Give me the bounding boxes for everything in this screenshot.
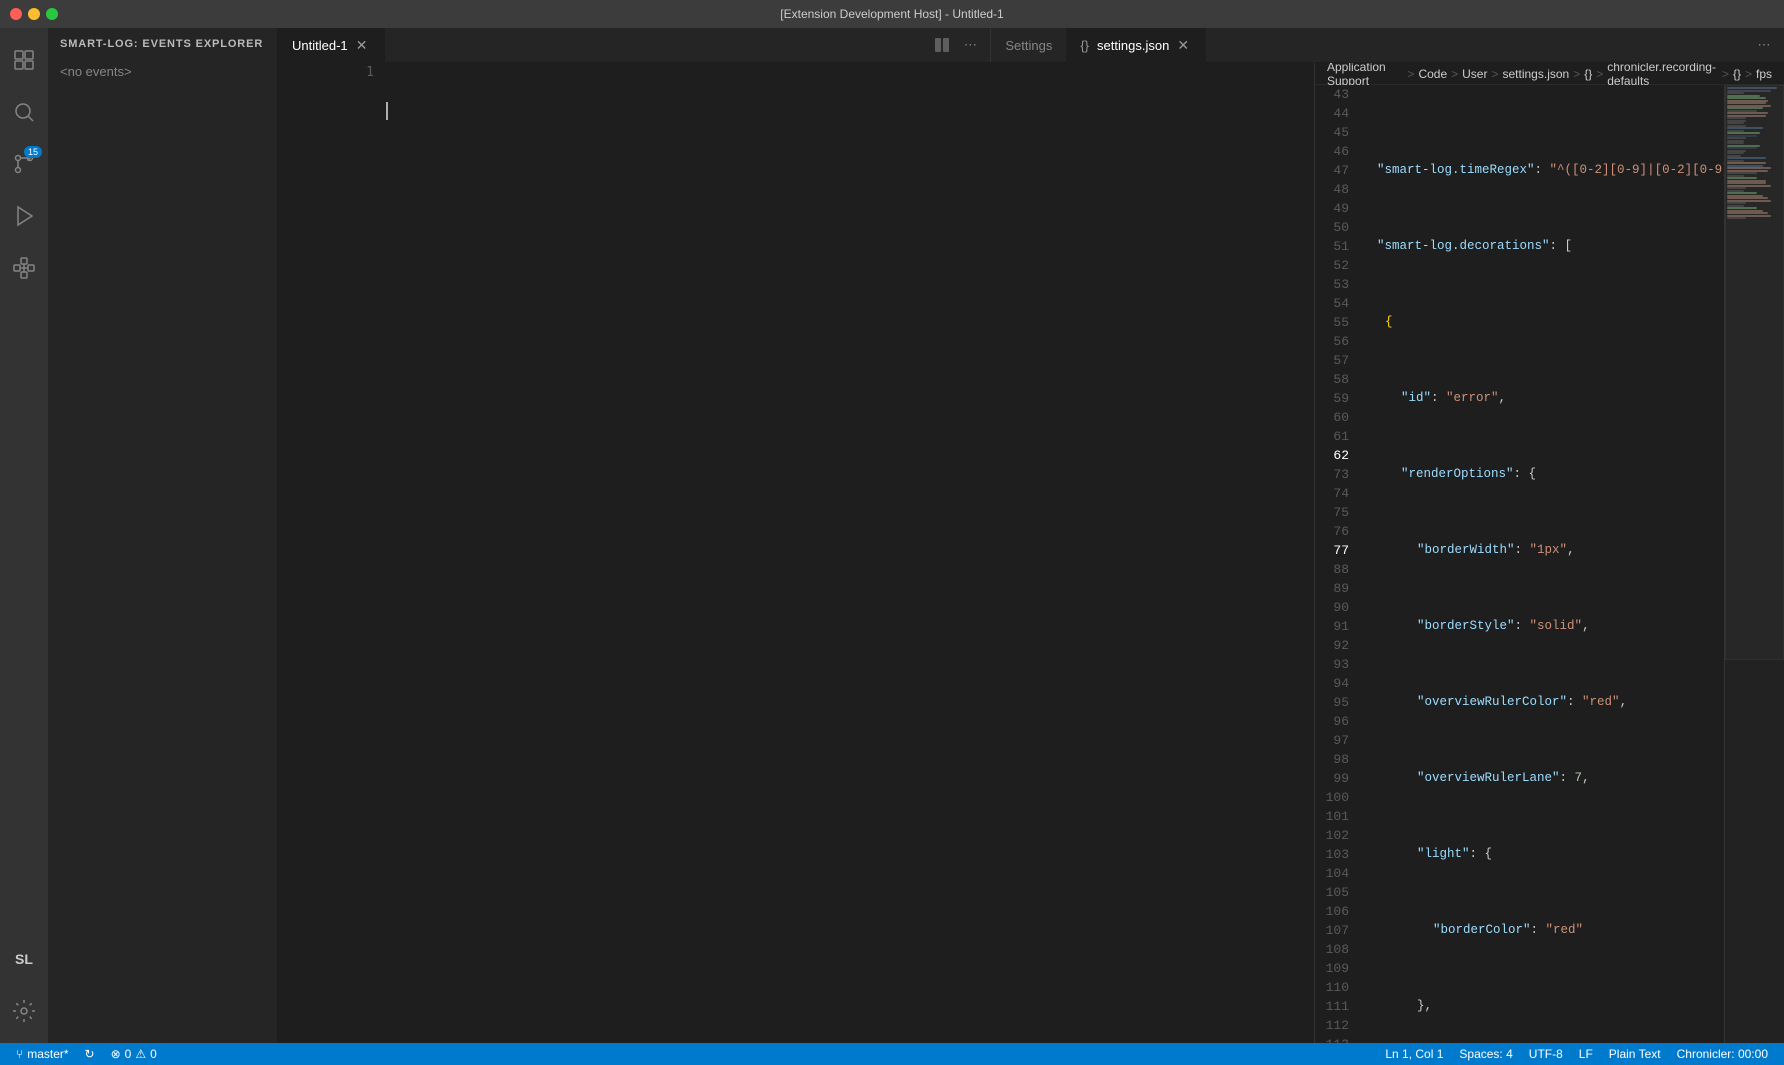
- status-error-count: 0: [125, 1047, 132, 1061]
- status-left: ⑂ master* ↻ ⊗ 0 ⚠ 0: [8, 1043, 165, 1065]
- tab-settings-json[interactable]: {} settings.json ✕: [1066, 28, 1206, 63]
- status-warning-count: 0: [150, 1047, 157, 1061]
- json-line-48: "borderWidth": "1px",: [1361, 541, 1724, 560]
- json-line-52: "light": {: [1361, 845, 1724, 864]
- minimap[interactable]: [1724, 85, 1784, 1043]
- sidebar-content: <no events>: [48, 56, 277, 1043]
- activity-search[interactable]: [0, 88, 48, 136]
- editor-untitled-1[interactable]: 1: [278, 63, 1314, 1043]
- breadcrumb-fps[interactable]: fps: [1756, 67, 1772, 81]
- body-area: 15 SL: [0, 28, 1784, 1043]
- minimap-lines: [1725, 85, 1784, 222]
- traffic-lights: [10, 8, 58, 20]
- editor2-more-button[interactable]: ⋯: [1752, 33, 1776, 57]
- breadcrumb-settings-json[interactable]: settings.json: [1503, 67, 1570, 81]
- tab-untitled-1[interactable]: Untitled-1 ✕: [278, 28, 385, 63]
- status-line-ending[interactable]: LF: [1571, 1043, 1601, 1065]
- activity-bar: 15 SL: [0, 28, 48, 1043]
- json-line-53: "borderColor": "red": [1361, 921, 1724, 940]
- status-branch[interactable]: ⑂ master*: [8, 1043, 77, 1065]
- settings-json-code[interactable]: 43 44 45 46 47 48 49 50 51 52 53 54: [1315, 85, 1784, 1043]
- status-spaces-label: Spaces: 4: [1459, 1047, 1512, 1061]
- status-line-ending-label: LF: [1579, 1047, 1593, 1061]
- json-line-43: "smart-log.timeRegex": "^([0-2][0-9]|[0-…: [1361, 161, 1724, 180]
- status-language-label: Plain Text: [1609, 1047, 1661, 1061]
- status-extension[interactable]: Chronicler: 00:00: [1669, 1043, 1776, 1065]
- json-line-46: "id": "error",: [1361, 389, 1724, 408]
- tab-settings-json-icon: {}: [1080, 38, 1089, 53]
- tab-settings-json-label: settings.json: [1097, 38, 1169, 53]
- json-line-44: "smart-log.decorations": [: [1361, 237, 1724, 256]
- close-button[interactable]: [10, 8, 22, 20]
- maximize-button[interactable]: [46, 8, 58, 20]
- warning-icon: ⚠: [135, 1047, 146, 1061]
- minimize-button[interactable]: [28, 8, 40, 20]
- sidebar-title: Smart-Log: Events Explorer: [48, 28, 277, 56]
- activity-explorer[interactable]: [0, 36, 48, 84]
- code-line-1: [386, 101, 1314, 120]
- status-errors[interactable]: ⊗ 0 ⚠ 0: [103, 1043, 165, 1065]
- status-encoding[interactable]: UTF-8: [1521, 1043, 1571, 1065]
- json-line-49: "borderStyle": "solid",: [1361, 617, 1724, 636]
- status-extension-label: Chronicler: 00:00: [1677, 1047, 1768, 1061]
- breadcrumb-chronicler[interactable]: chronicler.recording-defaults: [1607, 63, 1718, 88]
- line-number-1: 1: [338, 63, 374, 82]
- status-language[interactable]: Plain Text: [1601, 1043, 1669, 1065]
- json-line-45: {: [1361, 313, 1724, 332]
- json-line-54: },: [1361, 997, 1724, 1016]
- editor2-actions: ⋯: [1752, 28, 1784, 62]
- tab-settings-json-close[interactable]: ✕: [1175, 37, 1191, 53]
- breadcrumb: Application Support > Code > User > sett…: [1315, 63, 1784, 85]
- editor-settings-json: Application Support > Code > User > sett…: [1314, 63, 1784, 1043]
- git-icon: ⑂: [16, 1047, 23, 1061]
- breadcrumb-user[interactable]: User: [1462, 67, 1487, 81]
- json-line-50: "overviewRulerColor": "red",: [1361, 693, 1724, 712]
- activity-source-control[interactable]: 15: [0, 140, 48, 188]
- code-content-1[interactable]: [382, 63, 1314, 1043]
- breadcrumb-obj1[interactable]: {}: [1584, 67, 1592, 81]
- json-code-lines: "smart-log.timeRegex": "^([0-2][0-9]|[0-…: [1357, 85, 1724, 1043]
- status-spaces[interactable]: Spaces: 4: [1451, 1043, 1520, 1065]
- status-encoding-label: UTF-8: [1529, 1047, 1563, 1061]
- minimap-content: [1725, 85, 1784, 1043]
- breadcrumb-code[interactable]: Code: [1418, 67, 1447, 81]
- breadcrumb-obj2[interactable]: {}: [1733, 67, 1741, 81]
- activity-extensions[interactable]: [0, 244, 48, 292]
- tab-bar: Untitled-1 ✕ ⋯: [278, 28, 1784, 63]
- status-right: Ln 1, Col 1 Spaces: 4 UTF-8 LF Plain Tex…: [1377, 1043, 1776, 1065]
- status-branch-label: master*: [27, 1047, 68, 1061]
- activity-bottom: SL: [0, 935, 48, 1035]
- activity-run[interactable]: [0, 192, 48, 240]
- json-line-47: "renderOptions": {: [1361, 465, 1724, 484]
- no-events-label: <no events>: [60, 64, 132, 79]
- status-line-col[interactable]: Ln 1, Col 1: [1377, 1043, 1451, 1065]
- title-bar: [Extension Development Host] - Untitled-…: [0, 0, 1784, 28]
- breadcrumb-appsupport[interactable]: Application Support: [1327, 63, 1403, 88]
- tab-untitled-1-label: Untitled-1: [292, 38, 348, 53]
- sidebar: Smart-Log: Events Explorer <no events>: [48, 28, 278, 1043]
- activity-smart-log[interactable]: SL: [0, 935, 48, 983]
- tab-settings-label: Settings: [1005, 38, 1052, 53]
- line-numbers-1: 1: [330, 63, 382, 1043]
- app-container: 15 SL: [0, 28, 1784, 1065]
- editor1-actions: ⋯: [930, 28, 990, 62]
- error-icon: ⊗: [111, 1047, 121, 1061]
- json-line-51: "overviewRulerLane": 7,: [1361, 769, 1724, 788]
- tab-settings[interactable]: Settings: [991, 28, 1066, 63]
- activity-settings[interactable]: [0, 987, 48, 1035]
- split-editor-button[interactable]: [930, 33, 954, 57]
- more-actions-button[interactable]: ⋯: [958, 33, 982, 57]
- source-control-badge: 15: [24, 146, 42, 158]
- status-line-col-label: Ln 1, Col 1: [1385, 1047, 1443, 1061]
- text-cursor: [386, 102, 388, 120]
- sync-icon: ↻: [85, 1047, 95, 1061]
- tab-untitled-1-close[interactable]: ✕: [354, 37, 370, 53]
- status-bar: ⑂ master* ↻ ⊗ 0 ⚠ 0 Ln 1, Col 1 Spaces: …: [0, 1043, 1784, 1065]
- line-numbers-2: 43 44 45 46 47 48 49 50 51 52 53 54: [1315, 85, 1357, 1043]
- window-title: [Extension Development Host] - Untitled-…: [780, 7, 1003, 21]
- status-sync[interactable]: ↻: [77, 1043, 103, 1065]
